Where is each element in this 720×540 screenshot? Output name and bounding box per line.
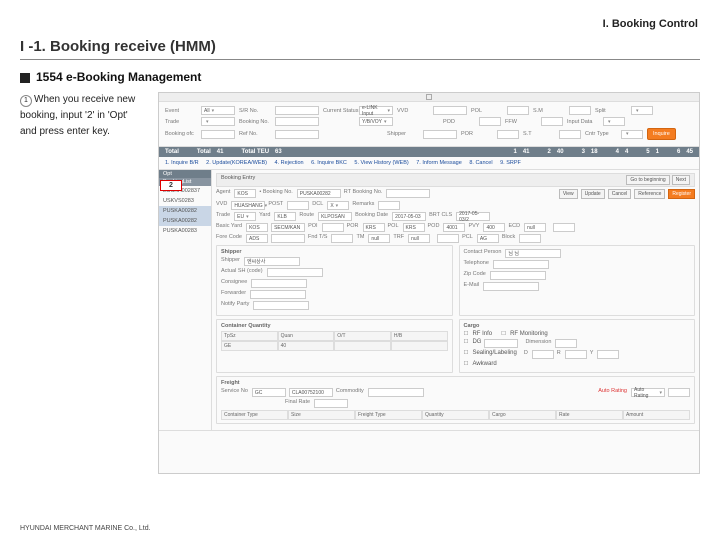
split-select[interactable] (631, 106, 653, 115)
ffw-input[interactable] (541, 117, 563, 126)
cargo-box: Cargo ☐RF Info☐RF Monitoring ☐DGDimensio… (459, 319, 696, 373)
refno-input[interactable] (275, 130, 319, 139)
chapter-label: I. Booking Control (603, 18, 698, 30)
menu-cancel[interactable]: 8. Cancel (469, 160, 492, 166)
table-row[interactable]: PUSKA00282 (159, 216, 211, 226)
goto-beginning-button[interactable]: Go to beginning (626, 175, 669, 185)
pol-input[interactable] (507, 106, 529, 115)
register-button[interactable]: Register (668, 189, 695, 199)
close-icon[interactable] (426, 94, 432, 100)
menu-viewhistory[interactable]: 5. View History (WEB) (354, 160, 408, 166)
totals-bar: Total Total41 Total TEU63 141 240 318 44… (159, 147, 699, 157)
next-button[interactable]: Next (672, 175, 690, 185)
footer-company: HYUNDAI MERCHANT MARINE Co., Ltd. (20, 525, 151, 532)
vvd-input[interactable] (433, 106, 467, 115)
divider (20, 59, 700, 60)
filter-panel: EventAll S/R No. Current Statuse-LINK In… (159, 102, 699, 147)
contact-box: Contact Person님 님 Telephone Zip Code E-M… (459, 245, 696, 316)
inquire-button[interactable]: Inquire (647, 128, 676, 140)
table-row[interactable]: PUSKA00283 (159, 226, 211, 236)
freight-box: Freight Service NoGC CLA00752100 Commodi… (216, 376, 695, 424)
shipper-input[interactable] (423, 130, 457, 139)
menu-inform[interactable]: 7. Inform Message (416, 160, 462, 166)
cntrtype-select[interactable] (621, 130, 643, 139)
detail-panel: Booking Entry Go to beginning Next Agent… (212, 170, 699, 430)
pod-input[interactable] (479, 117, 501, 126)
trade-select[interactable] (201, 117, 235, 126)
st-input[interactable] (559, 130, 581, 139)
bookingno-input[interactable] (275, 117, 319, 126)
table-row[interactable]: USKVS0283 (159, 196, 211, 206)
menu-inquirebkc[interactable]: 6. Inquire BKC (311, 160, 347, 166)
inputdata-select[interactable] (603, 117, 625, 126)
window-titlebar (159, 93, 699, 102)
action-menu: 1. Inquire B/R 2. Update(KOREA/WEB) 4. R… (159, 157, 699, 170)
instruction-text: 1When you receive new booking, input '2'… (20, 92, 148, 474)
empty-select[interactable]: Y/B/VOY (359, 117, 393, 126)
section-title: I -1. Booking receive (HMM) (20, 38, 700, 55)
status-select[interactable]: e-LINK Input (359, 106, 393, 115)
shipper-box: Shipper Shipper엔씨상사 Actual SH (code) Con… (216, 245, 453, 316)
subheading: 1554 e-Booking Management (20, 70, 700, 84)
event-select[interactable]: All (201, 106, 235, 115)
menu-srpf[interactable]: 9. SRPF (500, 160, 521, 166)
app-screenshot: EventAll S/R No. Current Statuse-LINK In… (158, 92, 700, 474)
por-input[interactable] (497, 130, 519, 139)
menu-update[interactable]: 2. Update(KOREA/WEB) (206, 160, 267, 166)
srno-input[interactable] (275, 106, 319, 115)
bookingofc-input[interactable] (201, 130, 235, 139)
table-row[interactable]: PUSKA00282 (159, 206, 211, 216)
menu-inquire[interactable]: 1. Inquire B/R (165, 160, 199, 166)
menu-rejection[interactable]: 4. Rejection (275, 160, 304, 166)
opt-callout: 2 (160, 180, 182, 191)
container-qty-box: Container Quantity TpSzQuanO/TH/B GE40 (216, 319, 453, 373)
left-grid: Opt BookingList EUSKA002837 USKVS0283 PU… (159, 170, 212, 430)
sm-input[interactable] (569, 106, 591, 115)
